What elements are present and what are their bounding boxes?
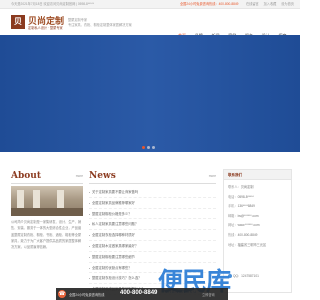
hotline-footbar[interactable]: ☎ 全国24小时免费咨询热线 400-800-8849 立即咨询 [56,288,228,300]
about-section: About more 公司简介贝尚定制是一家集研发、设计、生产、销售、安装、服务… [11,171,83,293]
news-item[interactable]: 全屋定制衣柜选择哪种材质好 [89,230,216,241]
about-image[interactable] [11,186,83,216]
bookmark-link[interactable]: 加入收藏 [264,2,277,6]
site-header: 贝 贝尚定制 定制私人设计 · 整屋专家 整屋定制专家 专注家具、衣柜、橱柜定制… [0,9,300,56]
about-text: 公司简介贝尚定制是一家集研发、设计、生产、销售、安装、服务于一体的大型综合性企业… [11,220,82,250]
news-item[interactable]: 整屋定制橱柜要注意哪些细节 [89,252,216,263]
news-item[interactable]: 全屋定制木定做家具哪家最好？ [89,241,216,252]
contact-header: 联系我们 [224,170,291,180]
contact-body: 联系人：贝尚定制 电话：0598-8***** 手机：136****8849 邮… [224,180,291,253]
news-item[interactable]: 私人定制家具要注意哪些问题？ [89,219,216,231]
footbar-tail[interactable]: 立即咨询 [202,292,215,297]
contact-row: 网址：www.******.com [228,223,260,228]
slogan-line-2: 专注家具、衣柜、橱柜定制整体家居解决方案 [68,23,132,27]
phone-icon: ☎ [58,290,66,298]
slogan-line-1: 整屋定制专家 [68,18,88,22]
main-nav: 首页 品牌 新闻 案例 服务 设计 招商 私拓 领域 研发 联系 [177,24,300,56]
news-item[interactable]: 全屋定制家具品牌推荐哪家好 [89,198,216,209]
contact-row: 联系人：贝尚定制 [228,185,254,189]
about-title: About [11,171,41,181]
hotline-text: 全国24小时免费咨询热线：400-800-8849 [180,2,239,6]
contact-row: 电话：0598-8***** [228,194,254,199]
homepage-link[interactable]: 设为首页 [281,2,294,6]
top-info-bar: 今天是2021年7月18日 欢迎访问贝尚定制官网 | 0598-8***** 全… [0,0,300,9]
message-link[interactable]: 在线留言 [246,2,259,6]
brand-subtitle: 定制私人设计 · 整屋专家 [28,26,63,30]
footbar-label: 全国24小时免费咨询热线 [69,292,105,297]
news-title: News [89,171,116,181]
divider [89,183,216,184]
banner-dot[interactable] [147,146,150,149]
contact-row: 热线：400-800-8849 [228,232,258,237]
banner-dot[interactable] [142,146,145,149]
news-more-link[interactable]: more [209,174,216,178]
header-slogan: 整屋定制专家 专注家具、衣柜、橱柜定制整体家居解决方案 [68,18,132,28]
banner-pagination [142,146,157,149]
top-links: 在线留言 加入收藏 设为首页 [242,0,294,9]
welcome-text: 今天是2021年7月18日 欢迎访问贝尚定制官网 | 0598-8***** [11,2,95,6]
contact-row: 邮箱：bs@******.com [228,213,259,218]
news-item[interactable]: 整屋定制橱柜价格是多少？ [89,209,216,220]
logo-icon[interactable]: 贝 [11,15,25,29]
divider [11,183,83,184]
hero-banner[interactable] [0,35,300,152]
banner-dot[interactable] [152,146,155,149]
contact-row: 地址：福建省三明市三元区 [228,242,267,247]
footbar-phone[interactable]: 400-800-8849 [120,290,157,296]
news-item[interactable]: 关于定制家具要不要让商家做吗 [89,187,216,198]
contact-row: 手机：136****8849 [228,204,255,209]
about-more-link[interactable]: more [76,174,83,178]
